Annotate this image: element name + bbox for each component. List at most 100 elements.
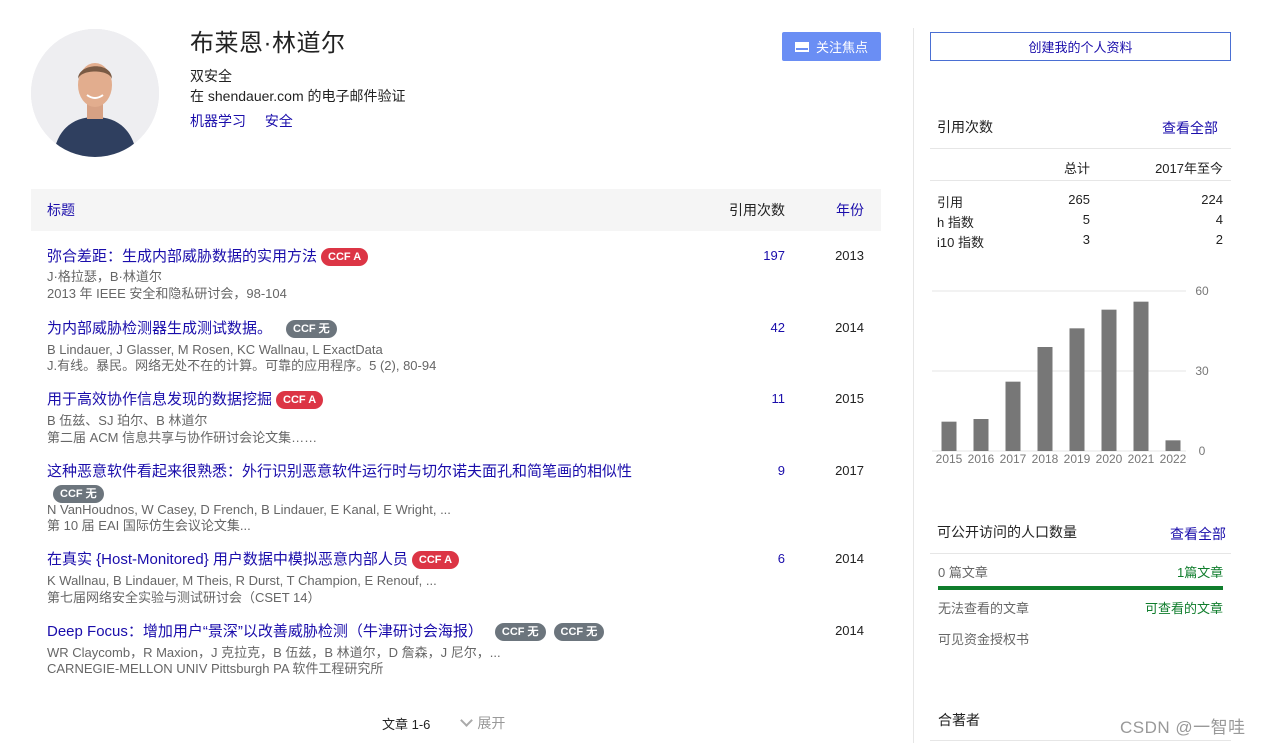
article-cites[interactable]: 11	[772, 391, 786, 406]
available-count[interactable]: 1篇文章	[1177, 562, 1223, 581]
funding-mandates-label: 可见资金授权书	[938, 632, 1030, 647]
chart-bar	[1165, 440, 1181, 451]
article-title[interactable]: 为内部威胁检测器生成测试数据。	[47, 320, 272, 337]
interest-tag-security[interactable]: 安全	[265, 113, 293, 129]
profile-affiliation: 双安全	[190, 68, 232, 84]
article-venue: 2013 年 IEEE 安全和隐私研讨会，98-104	[47, 286, 287, 301]
ccf-badge: CCF 无	[53, 485, 104, 503]
articles-table-header: 标题 引用次数 年份	[31, 189, 881, 231]
col-total: 总计	[1063, 161, 1090, 176]
article-title[interactable]: 这种恶意软件看起来很熟悉：外行识别恶意软件运行时与切尔诺夫面孔和简笔画的相似性	[47, 463, 632, 480]
article-year: 2014	[835, 623, 864, 638]
chart-bar	[973, 419, 989, 451]
x-tick-label: 2022	[1160, 452, 1187, 466]
x-tick-label: 2021	[1128, 452, 1155, 466]
chart-bar	[1069, 328, 1085, 451]
open-access-title: 可公开访问的人口数量	[937, 524, 1077, 540]
sort-by-year[interactable]: 年份	[836, 200, 864, 220]
chart-bar	[1005, 381, 1021, 451]
metric-since: 224	[1201, 192, 1223, 207]
available-label: 可查看的文章	[1145, 601, 1224, 616]
chart-bar	[1037, 347, 1053, 451]
chart-bar	[1133, 301, 1149, 451]
metric-since: 2	[1215, 232, 1223, 247]
profile-name: 布莱恩·林道尔	[190, 30, 346, 57]
article-venue: J.有线。暴民。网络无处不在的计算。可靠的应用程序。5 (2), 80-94	[47, 358, 437, 373]
chevron-down-icon	[460, 713, 474, 727]
coauthors-title: 合著者	[938, 712, 980, 728]
x-tick-label: 2016	[968, 452, 995, 466]
not-available-count[interactable]: 0 篇文章	[938, 562, 988, 581]
y-tick-label: 60	[1195, 284, 1209, 298]
metric-since: 4	[1215, 212, 1223, 227]
open-access-view-all-link[interactable]: 查看全部	[1170, 524, 1226, 544]
x-tick-label: 2019	[1064, 452, 1091, 466]
open-access-bar	[938, 586, 1223, 590]
article-authors: B Lindauer, J Glasser, M Rosen, KC Walln…	[47, 342, 383, 357]
avatar	[31, 29, 159, 157]
ccf-badge: CCF A	[321, 248, 369, 266]
article-authors: K Wallnau, B Lindauer, M Theis, R Durst,…	[47, 573, 437, 588]
article-authors: B 伍兹、SJ 珀尔、B 林道尔	[47, 413, 208, 428]
article-range: 文章 1-6	[382, 716, 431, 732]
article-year: 2013	[835, 248, 864, 263]
article-cites[interactable]: 9	[778, 463, 785, 478]
follow-button[interactable]: 关注焦点	[782, 32, 881, 61]
divider	[930, 180, 1231, 181]
x-tick-label: 2015	[936, 452, 963, 466]
article-year: 2017	[835, 463, 864, 478]
ccf-badge: CCF A	[276, 391, 324, 409]
expand-label: 展开	[477, 715, 506, 731]
article-title[interactable]: Deep Focus：增加用户“景深”以改善威胁检测（牛津研讨会海报）	[47, 623, 483, 640]
x-tick-label: 2018	[1032, 452, 1059, 466]
chart-bar	[1101, 309, 1117, 451]
sort-by-title[interactable]: 标题	[47, 200, 75, 220]
metric-label: i10 指数	[937, 235, 984, 250]
metric-total: 3	[1082, 232, 1090, 247]
metric-label: 引用	[937, 195, 964, 210]
sidebar-divider	[913, 28, 914, 743]
metric-row: h 指数 5 4	[930, 212, 1231, 232]
metric-row: i10 指数 3 2	[930, 232, 1231, 252]
watermark-text: CSDN @一智哇	[1120, 718, 1246, 737]
metric-total: 5	[1082, 212, 1090, 227]
expand-button[interactable]: 展开	[460, 713, 506, 733]
citations-section-title: 引用次数	[937, 119, 993, 135]
follow-button-label: 关注焦点	[815, 40, 868, 55]
ccf-badge: CCF A	[411, 551, 460, 569]
article-title[interactable]: 在真实 {Host-Monitored} 用户数据中模拟恶意内部人员	[47, 551, 408, 568]
article-title[interactable]: 弥合差距：生成内部威胁数据的实用方法	[47, 248, 317, 265]
article-cites[interactable]: 42	[771, 320, 785, 335]
article-venue: 第七届网络安全实验与测试研讨会（CSET 14）	[47, 590, 321, 605]
article-year: 2014	[835, 551, 864, 566]
article-year: 2014	[835, 320, 864, 335]
divider	[930, 148, 1231, 149]
x-tick-label: 2020	[1096, 452, 1123, 466]
metric-total: 265	[1068, 192, 1090, 207]
sort-by-citations[interactable]: 引用次数	[729, 200, 785, 220]
y-tick-label: 0	[1199, 444, 1206, 458]
profile-interest-tags: 机器学习 安全	[190, 111, 406, 131]
article-pager: 文章 1-6 展开	[382, 713, 505, 733]
article-title[interactable]: 用于高效协作信息发现的数据挖掘	[47, 391, 272, 408]
article-year: 2015	[835, 391, 864, 406]
interest-tag-machine-learning[interactable]: 机器学习	[190, 113, 246, 129]
article-venue: 第 10 届 EAI 国际仿生会议论文集...	[47, 518, 251, 533]
y-tick-label: 30	[1195, 364, 1209, 378]
metric-label: h 指数	[937, 215, 974, 230]
profile-email-verification: 在 shendauer.com 的电子邮件验证	[190, 88, 406, 104]
not-available-label: 无法查看的文章	[938, 601, 1030, 616]
citations-view-all-link[interactable]: 查看全部	[1162, 118, 1218, 138]
x-tick-label: 2017	[1000, 452, 1027, 466]
article-authors: J·格拉瑟，B·林道尔	[47, 269, 162, 284]
divider	[930, 740, 1231, 741]
ccf-badge: CCF 无	[494, 623, 546, 641]
citation-metrics-header: 总计 2017年至今	[930, 158, 1231, 178]
article-cites[interactable]: 197	[763, 248, 785, 263]
mail-icon	[794, 41, 809, 52]
create-profile-button[interactable]: 创建我的个人资料	[930, 32, 1231, 61]
article-cites[interactable]: 6	[778, 551, 785, 566]
ccf-badge: CCF 无	[286, 320, 337, 338]
profile-header: 布莱恩·林道尔 双安全 在 shendauer.com 的电子邮件验证 机器学习…	[190, 28, 406, 131]
article-authors: N VanHoudnos, W Casey, D French, B Linda…	[47, 502, 451, 517]
